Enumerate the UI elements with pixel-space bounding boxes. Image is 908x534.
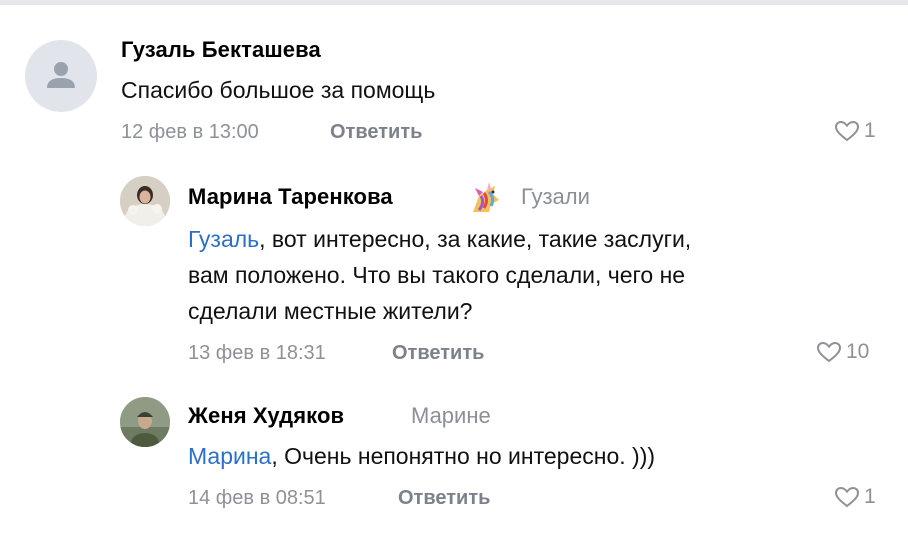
avatar[interactable] — [120, 397, 170, 447]
heart-outline-icon — [834, 486, 860, 508]
like-button[interactable]: 10 — [815, 340, 869, 364]
heart-outline-icon — [816, 341, 842, 363]
reply-button[interactable]: Ответить — [330, 121, 422, 144]
comment-text: Гузаль, вот интересно, за какие, такие з… — [188, 221, 691, 329]
avatar[interactable] — [120, 176, 170, 226]
comment-text: Спасибо большое за помощь — [121, 77, 436, 103]
comment-text-line: , Очень непонятно но интересно. ))) — [271, 443, 656, 469]
author-name[interactable]: Гузаль Бекташева — [121, 37, 321, 63]
author-name[interactable]: Марина Таренкова — [188, 184, 393, 210]
woman-photo-icon — [120, 176, 170, 226]
unicorn-icon — [467, 180, 505, 216]
reply-to-name[interactable]: Гузали — [521, 184, 590, 210]
avatar[interactable] — [25, 40, 97, 112]
like-button[interactable]: 1 — [833, 485, 876, 509]
like-count: 1 — [864, 119, 876, 142]
author-name[interactable]: Женя Худяков — [188, 403, 344, 429]
like-button[interactable]: 1 — [833, 119, 876, 143]
like-count: 10 — [846, 340, 870, 363]
mention-link[interactable]: Гузаль — [188, 226, 259, 252]
heart-outline-icon — [834, 120, 860, 142]
comment-date[interactable]: 14 фев в 08:51 — [188, 487, 326, 510]
reply-to-name[interactable]: Марине — [411, 403, 491, 429]
reply-button[interactable]: Ответить — [398, 487, 490, 510]
comment-text-line: , вот интересно, за какие, такие заслуги… — [259, 226, 692, 252]
man-photo-icon — [120, 397, 170, 447]
mention-link[interactable]: Марина — [188, 443, 271, 469]
like-count: 1 — [864, 485, 876, 508]
comment-text: Марина, Очень непонятно но интересно. ))… — [188, 438, 655, 474]
comment-text-line: сделали местные жители? — [188, 298, 473, 324]
comment-text-line: вам положено. Что вы такого сделали, чег… — [188, 262, 686, 288]
user-silhouette-icon — [47, 62, 75, 88]
reply-button[interactable]: Ответить — [392, 342, 484, 365]
comment-date[interactable]: 13 фев в 18:31 — [188, 342, 326, 365]
top-divider — [0, 0, 908, 5]
comment-date[interactable]: 12 фев в 13:00 — [121, 121, 259, 144]
